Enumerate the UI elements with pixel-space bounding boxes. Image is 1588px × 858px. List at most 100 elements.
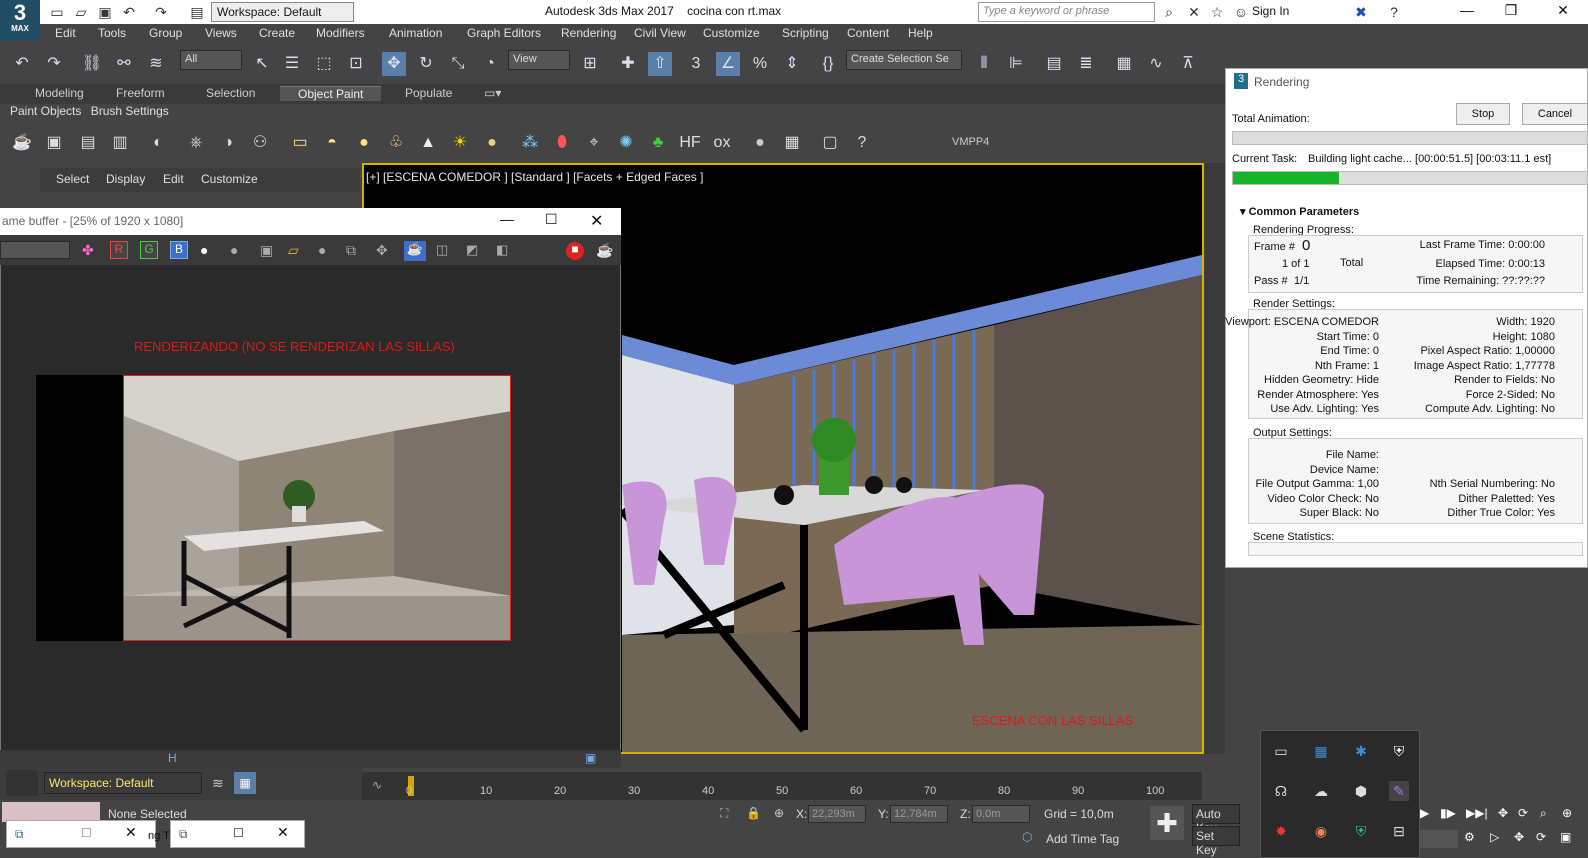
alpha-channel-icon[interactable]: ●	[200, 242, 208, 258]
snaps-toggle-icon[interactable]: 3	[684, 52, 708, 76]
defender-icon[interactable]: ⛨	[1389, 741, 1409, 761]
track-mouse-icon[interactable]: ✥	[376, 242, 388, 259]
x-coord-field[interactable]: 22,293m	[808, 805, 866, 823]
ambient-light-icon[interactable]: ●	[480, 131, 504, 155]
vray-proxy-icon[interactable]: ⁂	[518, 131, 542, 155]
close-button[interactable]: ✕	[1548, 2, 1578, 22]
menu-modifiers[interactable]: Modifiers	[316, 26, 365, 40]
select-by-name-icon[interactable]: ☰	[280, 52, 304, 76]
play-icon[interactable]: ▶	[1420, 806, 1429, 820]
zoom-icon[interactable]: ⌕	[1540, 806, 1547, 821]
menu-group[interactable]: Group	[149, 26, 182, 40]
next-frame-icon[interactable]: ▮▶	[1440, 806, 1456, 820]
tray-pen-icon[interactable]: ✎	[1389, 781, 1409, 801]
select-manipulate-icon[interactable]: ✚	[616, 52, 640, 76]
orbit-subobject-icon[interactable]: ⟳	[1536, 830, 1546, 844]
tray-bug-icon[interactable]: ✸	[1271, 821, 1291, 841]
teapot-icon[interactable]: ☕	[10, 131, 34, 155]
search-input[interactable]: Type a keyword or phrase	[978, 2, 1155, 22]
menu-graph-editors[interactable]: Graph Editors	[467, 26, 541, 40]
project-folder-icon[interactable]: ▤	[188, 3, 206, 21]
redo-icon[interactable]: ↷	[42, 52, 66, 76]
vray-plane-icon[interactable]: ⌖	[582, 131, 606, 155]
thumb-max-icon[interactable]: ☐	[81, 826, 92, 840]
schematic-view-icon[interactable]: ⊼	[1176, 52, 1200, 76]
field-of-view-icon[interactable]: ▷	[1490, 830, 1499, 844]
taskbar-thumb-2[interactable]: ⧉ ☐ ✕	[170, 820, 305, 848]
exchange-icon[interactable]: ✖	[1352, 3, 1370, 21]
selection-filter-dropdown[interactable]: All	[180, 50, 242, 70]
sign-in-link[interactable]: Sign In	[1252, 4, 1289, 18]
scale-icon[interactable]: ⤡	[446, 52, 470, 76]
viewport-layout-tab[interactable]	[6, 770, 38, 796]
user-icon[interactable]: ☺	[1232, 3, 1250, 21]
thumb2-close-icon[interactable]: ✕	[277, 824, 289, 841]
ribbon-toggle-icon[interactable]: ▦	[1112, 52, 1136, 76]
vray-obj-props-icon[interactable]: ▢	[818, 131, 842, 155]
maximize-button[interactable]: ❐	[1496, 2, 1526, 22]
tab-modeling[interactable]: Modeling	[35, 86, 84, 100]
edit-named-selection-icon[interactable]: {}	[816, 52, 840, 76]
vray-sphere-icon[interactable]: ✺	[614, 131, 638, 155]
window-crossing-icon[interactable]: ⊡	[344, 52, 368, 76]
vray-camera-icon[interactable]: ⎈	[184, 131, 208, 155]
named-selection-dropdown[interactable]: Create Selection Se	[846, 50, 962, 70]
pan-icon[interactable]: ✥	[1498, 806, 1508, 820]
zoom-all-icon[interactable]: ⊕	[1562, 806, 1572, 820]
mirror-icon[interactable]: ⫴	[972, 52, 996, 76]
align-icon[interactable]: ⊫	[1004, 52, 1028, 76]
set-key-button[interactable]: Set Key	[1192, 826, 1240, 857]
thumb-close-icon[interactable]: ✕	[125, 824, 137, 841]
history-h-icon[interactable]: H	[168, 751, 177, 765]
color-channels-icon[interactable]: ✤	[82, 242, 94, 259]
help-icon[interactable]: ?	[1385, 3, 1403, 21]
taskbar-thumb-1[interactable]: ⧉ ☐ ✕	[6, 820, 156, 848]
red-channel-button[interactable]: R	[110, 241, 128, 259]
tools-icon[interactable]: ✕	[1185, 3, 1203, 21]
orbit-icon[interactable]: ⟳	[1518, 806, 1528, 820]
add-time-tag[interactable]: Add Time Tag	[1046, 832, 1119, 846]
blue-channel-button[interactable]: B	[170, 241, 188, 259]
scene-explorer-icon[interactable]: ▤	[1042, 52, 1066, 76]
subtab-paint-objects[interactable]: Paint Objects	[10, 104, 81, 118]
tray-headset-icon[interactable]: ☊	[1271, 781, 1291, 801]
sphere-light-icon[interactable]: ●	[352, 131, 376, 155]
render-production-icon[interactable]: ▥	[108, 131, 132, 155]
sun-icon[interactable]: ☀	[448, 131, 472, 155]
redo-icon[interactable]: ↷	[152, 3, 170, 21]
dome-light-icon[interactable]: ◓	[320, 131, 344, 155]
curve-editor-mini-icon[interactable]: ∿	[372, 778, 382, 792]
absolute-mode-icon[interactable]: ⊕	[774, 806, 784, 820]
menu-rendering[interactable]: Rendering	[561, 26, 616, 40]
render-region-icon[interactable]: ☕	[404, 241, 426, 261]
menu-create[interactable]: Create	[259, 26, 295, 40]
subtab-brush-settings[interactable]: Brush Settings	[91, 104, 169, 118]
bind-space-warp-icon[interactable]: ≋	[144, 52, 168, 76]
tray-lock-icon[interactable]: ⊟	[1389, 821, 1409, 841]
rectangular-selection-icon[interactable]: ⬚	[312, 52, 336, 76]
vray-fur-icon[interactable]: ⬮	[550, 131, 574, 155]
help-circle-icon[interactable]: ?	[850, 131, 874, 155]
place-icon[interactable]: ◔	[478, 52, 502, 76]
menu-civil-view[interactable]: Civil View	[634, 26, 686, 40]
tab-object-paint[interactable]: Object Paint	[280, 86, 382, 101]
scene-menu-select[interactable]: Select	[56, 172, 89, 186]
undo-icon[interactable]: ↶	[120, 3, 138, 21]
vfb-compare-icon[interactable]: ◫	[436, 242, 448, 258]
scene-menu-edit[interactable]: Edit	[163, 172, 184, 186]
menu-animation[interactable]: Animation	[389, 26, 442, 40]
layer-stack-icon[interactable]: ≋	[212, 775, 224, 792]
fb-maximize-icon[interactable]: ☐	[545, 211, 558, 228]
material-editor-icon[interactable]: ◑	[216, 131, 240, 155]
minimize-button[interactable]: —	[1452, 2, 1482, 22]
cancel-button[interactable]: Cancel	[1522, 103, 1588, 125]
fb-minimize-icon[interactable]: —	[500, 211, 514, 227]
frame-spinner[interactable]	[1420, 830, 1458, 848]
isolate-icon[interactable]: ⛶	[720, 806, 728, 821]
open-file-icon[interactable]: ▱	[72, 3, 90, 21]
go-end-icon[interactable]: ▶▶|	[1466, 806, 1488, 820]
viewport-label[interactable]: [+] [ESCENA COMEDOR ] [Standard ] [Facet…	[366, 170, 703, 184]
vray-mtl-convert-icon[interactable]: ▦	[780, 131, 804, 155]
history-icon[interactable]: ◧	[496, 242, 508, 258]
menu-customize[interactable]: Customize	[703, 26, 760, 40]
